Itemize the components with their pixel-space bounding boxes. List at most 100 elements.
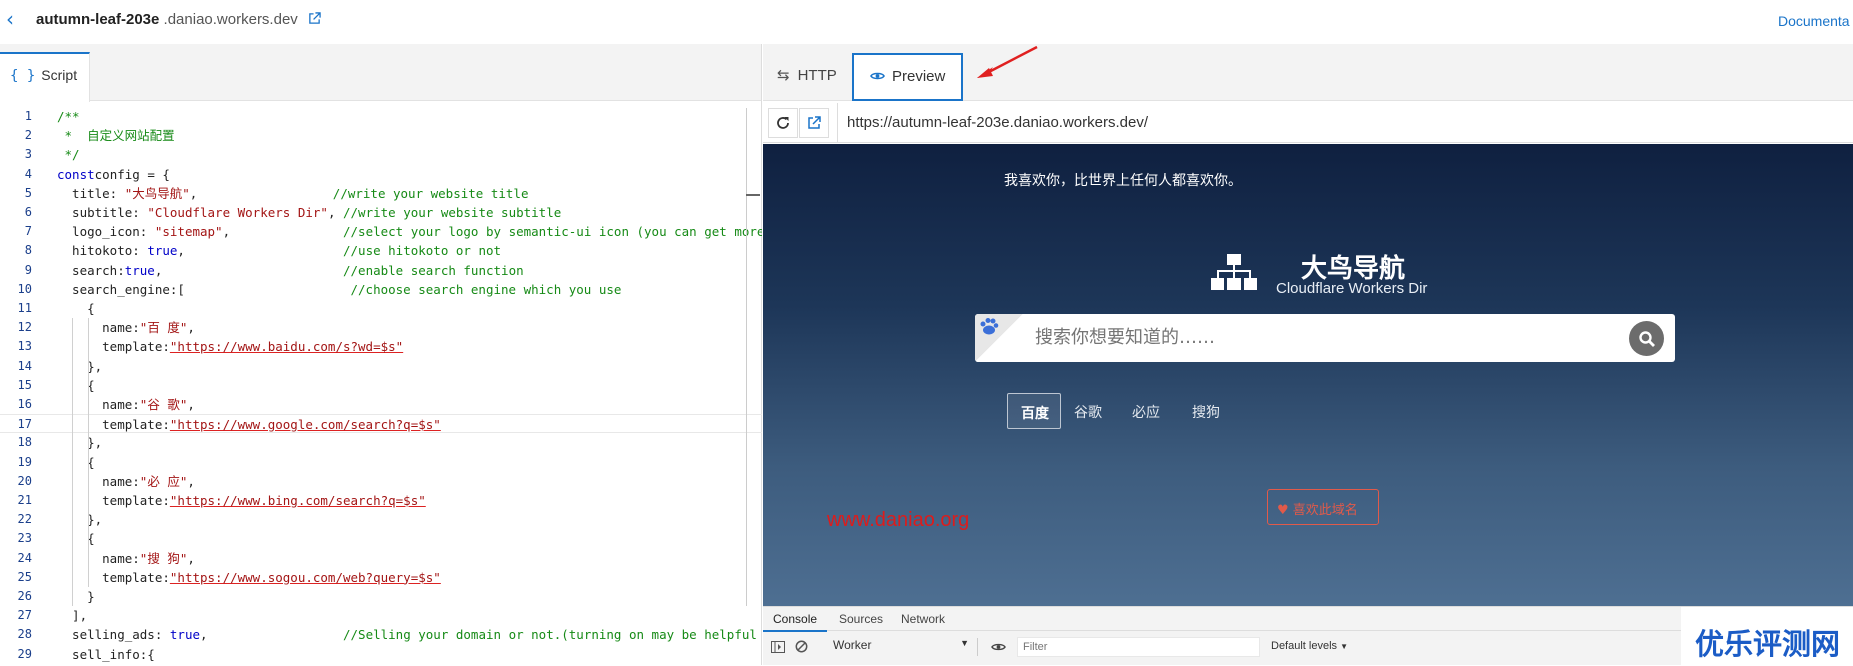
line-number: 17 [17,417,32,432]
line-content: * 自定义网站配置 [57,126,175,145]
tab-console[interactable]: Console [762,612,828,632]
sitemap-icon [1211,254,1257,290]
code-line[interactable]: 6 subtitle: "Cloudflare Workers Dir", //… [0,203,762,222]
engine-tab-sogou[interactable]: 搜狗 [1192,393,1220,429]
code-line[interactable]: 4 constconfig = { [0,165,762,184]
code-line[interactable]: 15 { [0,376,762,395]
line-number: 25 [17,569,32,584]
engine-tab-bing[interactable]: 必应 [1132,393,1160,429]
line-content: hitokoto: true, //use hitokoto or not [57,241,501,260]
corner-watermark: 优乐评测网 [1681,607,1853,666]
line-content: search:true, //enable search function [57,261,524,280]
code-token: */ [57,147,80,163]
line-content: }, [57,357,102,376]
url-input[interactable]: https://autumn-leaf-203e.daniao.workers.… [847,114,1148,131]
tab-script[interactable]: { } Script [0,52,90,102]
code-token: template: [57,339,170,355]
code-line[interactable]: 12 name:"百 度", [0,318,762,337]
back-arrow-icon[interactable]: ‹ [6,7,14,31]
code-token: , [154,262,343,278]
engine-tab-baidu[interactable]: 百度 [1007,393,1061,429]
braces-icon: { } [10,68,36,84]
line-content: logo_icon: "sitemap", //select your logo… [57,222,762,241]
code-line[interactable]: 21 template:"https://www.bing.com/search… [0,491,762,510]
code-line[interactable]: 11 { [0,299,762,318]
code-token: , [177,243,343,259]
code-token: "https://www.google.com/search?q=$s" [169,417,441,433]
line-number: 11 [17,301,32,315]
clear-console-icon[interactable] [795,640,808,653]
filter-input[interactable] [1017,637,1260,657]
code-line[interactable]: 18 }, [0,433,762,452]
code-line[interactable]: 17 template:"https://www.google.com/sear… [0,414,762,434]
code-line[interactable]: 14 }, [0,357,762,376]
code-line[interactable]: 22 }, [0,510,762,529]
code-line[interactable]: 5 title: "大鸟导航", //write your website ti… [0,184,762,203]
line-content: } [57,587,95,606]
tab-preview[interactable]: Preview [852,53,963,101]
line-content: template:"https://www.sogou.com/web?quer… [57,568,441,587]
line-content: name:"谷 歌", [57,395,195,414]
code-token: //enable search function [343,262,524,278]
context-select[interactable]: Worker ▼ [833,638,978,656]
log-levels-dropdown[interactable]: Default levels ▼ [1271,640,1348,652]
code-token: search: [57,262,125,278]
code-line[interactable]: 3 */ [0,145,762,164]
code-token: , [187,320,195,336]
code-token: template: [57,569,170,585]
code-token: { [57,301,95,316]
documentation-link[interactable]: Documenta [1778,13,1850,29]
code-line[interactable]: 20 name:"必 应", [0,472,762,491]
url-bar: https://autumn-leaf-203e.daniao.workers.… [763,103,1853,143]
swap-arrows-icon: ⇆ [777,66,790,84]
code-token: * 自定义网站配置 [57,128,175,144]
code-line[interactable]: 8 hitokoto: true, //use hitokoto or not [0,241,762,260]
code-line[interactable]: 9 search:true, //enable search function [0,261,762,280]
search-input[interactable] [1035,327,1615,348]
code-token: sell_info:{ [57,646,155,662]
log-levels-label: Default levels [1271,640,1338,652]
code-line[interactable]: 28 selling_ads: true, //Selling your dom… [0,625,762,644]
url-separator [837,103,838,143]
code-line[interactable]: 10 search_engine:[ //choose search engin… [0,280,762,299]
external-link-icon [808,116,821,129]
line-number: 21 [17,493,32,507]
code-line[interactable]: 7 logo_icon: "sitemap", //select your lo… [0,222,762,241]
reload-button[interactable] [768,108,798,138]
reload-icon [777,117,789,129]
code-line[interactable]: 19 { [0,453,762,472]
red-arrow-annotation [977,45,1038,78]
tab-sources[interactable]: Sources [839,612,883,626]
search-button[interactable] [1629,321,1664,356]
sidebar-toggle-icon[interactable] [771,641,785,653]
editor-scrollbar[interactable] [746,108,747,606]
baidu-paw-icon[interactable] [975,314,1023,362]
tab-http[interactable]: ⇆ HTTP [777,66,837,84]
code-line[interactable]: 16 name:"谷 歌", [0,395,762,414]
scrollbar-thumb[interactable] [746,194,760,196]
eye-icon[interactable] [991,642,1006,652]
open-new-tab-button[interactable] [799,108,829,138]
code-line[interactable]: 2 * 自定义网站配置 [0,126,762,145]
code-area[interactable]: 1/** 2 * 自定义网站配置 3 */4 constconfig = {5 tit… [0,102,762,665]
code-line[interactable]: 29 sell_info:{ [0,645,762,664]
tab-network[interactable]: Network [901,612,945,626]
code-line[interactable]: 23 { [0,529,762,548]
code-line[interactable]: 27 ], [0,606,762,625]
line-number: 29 [17,646,32,661]
engine-tab-google[interactable]: 谷歌 [1074,393,1102,429]
external-link-icon[interactable] [308,12,321,25]
code-token: name: [57,397,140,412]
code-line[interactable]: 1 /** [0,107,762,126]
line-content: title: "大鸟导航", //write your website titl… [57,184,528,203]
code-token: title: [57,185,125,201]
like-domain-button[interactable]: ♥ 喜欢此域名 [1267,489,1379,525]
code-line[interactable]: 25 template:"https://www.sogou.com/web?q… [0,568,762,587]
code-line[interactable]: 24 name:"搜 狗", [0,549,762,568]
search-icon [1638,330,1655,347]
watermark-text: www.daniao.org [827,509,970,531]
code-line[interactable]: 26 } [0,587,762,606]
code-line[interactable]: 13 template:"https://www.baidu.com/s?wd=… [0,337,762,356]
search-box [975,314,1675,362]
code-token: name: [57,550,140,566]
